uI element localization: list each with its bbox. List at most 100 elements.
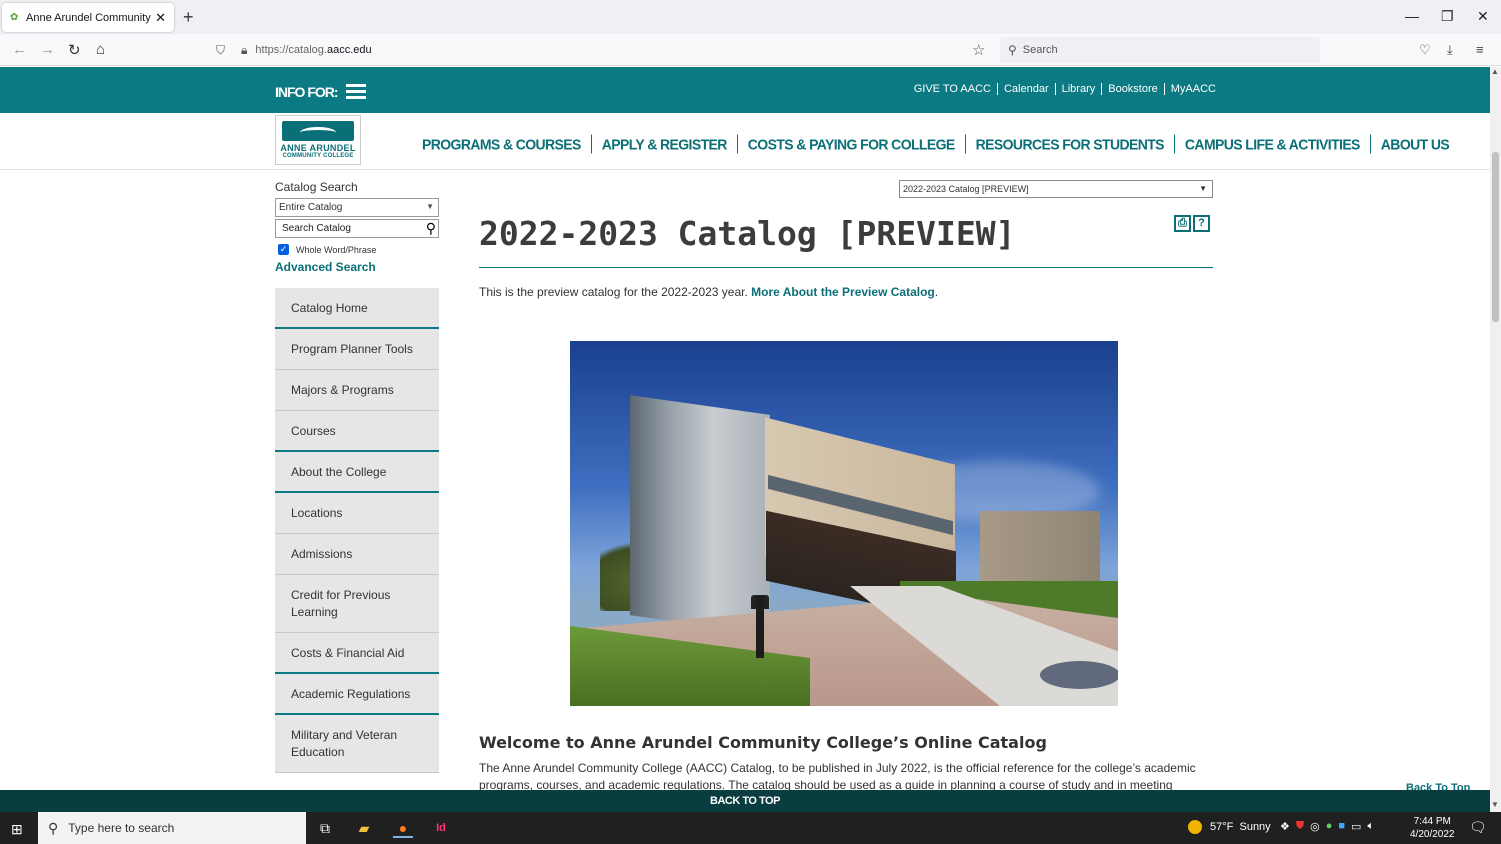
nav-costs-paying[interactable]: COSTS & PAYING FOR COLLEGE [736, 134, 965, 154]
sidebar-item-label: Locations [291, 506, 343, 520]
info-for-label: INFO FOR: [275, 83, 339, 100]
indesign-icon[interactable]: Id [431, 818, 451, 838]
bookmark-star-icon[interactable]: ☆ [972, 41, 985, 59]
weather-desc: Sunny [1239, 821, 1271, 833]
advanced-search-link[interactable]: Advanced Search [275, 260, 439, 274]
sidebar-item-academic-regulations[interactable]: Academic Regulations [275, 674, 439, 715]
catalog-select[interactable]: 2022-2023 Catalog [PREVIEW] ▼ [899, 180, 1213, 198]
nav-resources-students[interactable]: RESOURCES FOR STUDENTS [964, 134, 1174, 154]
nav-about-us[interactable]: ABOUT US [1369, 134, 1459, 154]
search-icon[interactable]: ⚲ [426, 220, 436, 237]
windows-taskbar: ⊞ ⚲ Type here to search ⧉ ▰ ● Id 57°F Su… [0, 812, 1501, 844]
firefox-icon[interactable]: ● [393, 818, 413, 838]
downloads-icon[interactable]: ⤓ [1447, 42, 1453, 58]
taskbar-search-input[interactable]: ⚲ Type here to search [38, 812, 306, 844]
sidebar-item-label: About the College [291, 464, 387, 479]
weather-temp: 57°F [1210, 821, 1234, 833]
app-tray-icon[interactable]: ■ [1338, 820, 1345, 833]
scroll-up-icon[interactable]: ▲ [1491, 67, 1499, 76]
minimize-icon[interactable]: — [1405, 8, 1419, 24]
info-for-menu[interactable]: INFO FOR: [275, 81, 366, 102]
sidebar-item-costs-aid[interactable]: Costs & Financial Aid [275, 633, 439, 674]
top-link-calendar[interactable]: Calendar [996, 83, 1055, 95]
sidebar-item-about-college[interactable]: About the College [275, 452, 439, 493]
tab-title: Anne Arundel Community Coll [26, 11, 151, 24]
page-scrollbar[interactable]: ▲ ▼ [1490, 67, 1501, 812]
hamburger-icon[interactable] [345, 81, 366, 102]
sidebar-item-label: Admissions [291, 547, 353, 561]
clock-date: 4/20/2022 [1410, 829, 1455, 840]
notifications-icon[interactable]: 🗨︎ [1469, 819, 1487, 836]
whole-word-checkbox[interactable]: ✓ [278, 244, 289, 255]
back-to-top-bar[interactable]: BACK TO TOP [0, 790, 1490, 812]
nav-programs-courses[interactable]: PROGRAMS & COURSES [412, 135, 591, 154]
whole-word-checkbox-row[interactable]: ✓ Whole Word/Phrase [275, 244, 439, 255]
forward-icon[interactable]: → [40, 41, 55, 58]
file-explorer-icon[interactable]: ▰ [354, 818, 374, 838]
search-icon: ⚲ [48, 819, 59, 836]
intro-end: . [934, 285, 939, 299]
sidebar-item-program-planner[interactable]: Program Planner Tools [275, 329, 439, 370]
aacc-logo[interactable]: ANNE ARUNDEL COMMUNITY COLLEGE [275, 115, 361, 165]
nav-campus-life[interactable]: CAMPUS LIFE & ACTIVITIES [1173, 134, 1370, 154]
browser-tab[interactable]: ✿ Anne Arundel Community Coll ✕ [2, 3, 174, 32]
sidebar-item-catalog-home[interactable]: Catalog Home [275, 288, 439, 329]
print-icon[interactable]: ⎙ [1174, 215, 1191, 232]
pocket-icon[interactable]: ♡ [1419, 42, 1431, 58]
mcafee-icon[interactable]: ⛊ [1296, 820, 1304, 833]
sidebar-item-courses[interactable]: Courses [275, 411, 439, 452]
reload-icon[interactable]: ↻ [68, 41, 81, 59]
new-tab-icon[interactable]: + [183, 7, 194, 28]
network-icon[interactable]: ▭ [1351, 820, 1361, 833]
windows-start-icon[interactable]: ⊞ [11, 821, 23, 838]
clock-time: 7:44 PM [1413, 816, 1451, 827]
dropbox-icon[interactable]: ❖ [1280, 820, 1290, 833]
weather-widget[interactable]: 57°F Sunny [1188, 820, 1271, 834]
system-tray: ❖ ⛊ ◎ ● ■ ▭ 🔈︎ [1280, 820, 1374, 833]
main-nav: ANNE ARUNDEL COMMUNITY COLLEGE PROGRAMS … [0, 113, 1490, 170]
menu-icon[interactable]: ≡ [1476, 42, 1484, 57]
nav-apply-register[interactable]: APPLY & REGISTER [590, 134, 737, 154]
task-view-icon[interactable]: ⧉ [315, 818, 335, 838]
sidebar-item-label: Academic Regulations [291, 686, 411, 701]
volume-icon[interactable]: 🔈︎ [1367, 820, 1374, 833]
top-link-myaacc[interactable]: MyAACC [1163, 83, 1222, 95]
sync-icon[interactable]: ◎ [1310, 820, 1320, 833]
lock-icon[interactable]: 🔒︎ [241, 43, 247, 58]
browser-search-input[interactable]: ⚲ Search [1000, 37, 1320, 63]
sidebar-item-military-veteran[interactable]: Military and Veteran Education [275, 715, 439, 773]
back-icon[interactable]: ← [12, 41, 27, 58]
chrome-icon[interactable]: ● [1326, 820, 1333, 833]
intro-text: This is the preview catalog for the 2022… [479, 285, 938, 299]
scroll-down-icon[interactable]: ▼ [1491, 800, 1499, 809]
sidebar-item-credit-previous[interactable]: Credit for Previous Learning [275, 575, 439, 633]
logo-line1: ANNE ARUNDEL [280, 143, 356, 153]
sidebar-item-locations[interactable]: Locations [275, 493, 439, 534]
scrollbar-thumb[interactable] [1492, 152, 1499, 322]
top-link-give[interactable]: GIVE TO AACC [908, 83, 997, 95]
welcome-heading: Welcome to Anne Arundel Community Colleg… [479, 733, 1047, 752]
catalog-search-placeholder: Search Catalog [282, 223, 351, 234]
browser-nav-bar: ← → ↻ ⌂ ⛉ 🔒︎ https://catalog. aacc.edu ☆ … [0, 34, 1501, 66]
close-tab-icon[interactable]: ✕ [155, 10, 166, 26]
campus-building-photo [570, 341, 1118, 706]
catalog-search-input[interactable]: Search Catalog ⚲ [275, 219, 439, 238]
system-clock[interactable]: 7:44 PM 4/20/2022 [1410, 815, 1455, 841]
sidebar: Catalog Search Entire Catalog ▼ Search C… [275, 180, 439, 773]
sidebar-item-label: Program Planner Tools [291, 342, 413, 356]
top-link-library[interactable]: Library [1054, 83, 1102, 95]
logo-line2: COMMUNITY COLLEGE [282, 153, 354, 159]
preview-catalog-link[interactable]: More About the Preview Catalog [751, 285, 935, 299]
sidebar-item-admissions[interactable]: Admissions [275, 534, 439, 575]
search-scope-value: Entire Catalog [279, 202, 343, 213]
sidebar-item-majors-programs[interactable]: Majors & Programs [275, 370, 439, 411]
close-window-icon[interactable]: ✕ [1477, 8, 1489, 25]
shield-icon[interactable]: ⛉ [216, 43, 225, 58]
search-scope-select[interactable]: Entire Catalog ▼ [275, 198, 439, 217]
home-icon[interactable]: ⌂ [96, 41, 105, 58]
restore-icon[interactable]: ❐ [1441, 8, 1454, 25]
top-link-bookstore[interactable]: Bookstore [1101, 83, 1164, 95]
sidebar-item-label: Majors & Programs [291, 383, 394, 397]
url-bar[interactable]: ⛉ 🔒︎ https://catalog. aacc.edu [208, 37, 996, 63]
help-icon[interactable]: ? [1193, 215, 1210, 232]
